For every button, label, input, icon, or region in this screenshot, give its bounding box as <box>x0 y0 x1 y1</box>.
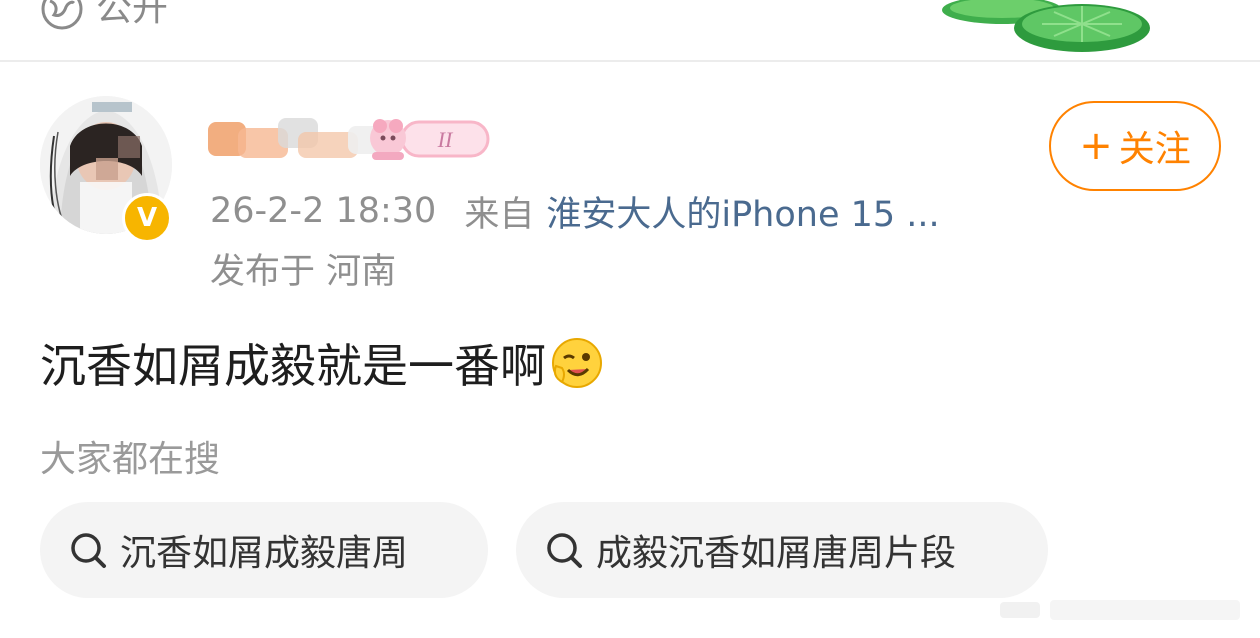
visibility-label: 公开 <box>96 0 169 29</box>
search-chip-1[interactable]: 沉香如屑成毅唐周 <box>40 502 488 598</box>
member-badge-icon: II <box>370 119 490 160</box>
search-chip-2[interactable]: 成毅沉香如屑唐周片段 <box>516 502 1048 598</box>
plus-icon: + <box>1079 123 1113 169</box>
wink-emoji-icon <box>552 338 602 388</box>
globe-icon <box>41 0 83 30</box>
visibility-row: 公开 <box>40 0 168 32</box>
search-icon <box>547 533 582 568</box>
source-device-link[interactable]: 淮安大人的iPhone 15 ... <box>546 186 939 237</box>
search-icon <box>71 533 106 568</box>
search-chip-label: 成毅沉香如屑唐周片段 <box>596 533 957 574</box>
search-heading: 大家都在搜 <box>40 439 221 480</box>
weibo-post-page: 公开 V II + 关注 26-2-2 18:30 来自 淮安大人的iPhone… <box>0 0 1260 638</box>
search-chip-label: 沉香如屑成毅唐周 <box>120 533 409 574</box>
lotus-decoration <box>942 0 1150 52</box>
follow-label: 关注 <box>1118 129 1191 170</box>
post-timestamp: 26-2-2 18:30 <box>210 191 437 231</box>
post-text: 沉香如屑成毅就是一番啊 <box>40 339 546 393</box>
follow-button[interactable]: + 关注 <box>1049 101 1221 191</box>
source-prefix: 来自 <box>464 194 535 235</box>
section-divider <box>0 60 1260 62</box>
verified-badge: V <box>122 193 172 243</box>
svg-text:II: II <box>437 127 454 152</box>
post-location: 发布于 河南 <box>210 251 397 292</box>
watermark <box>1000 600 1240 620</box>
post-meta: 26-2-2 18:30 来自 淮安大人的iPhone 15 ... <box>210 186 940 236</box>
post-content: 沉香如屑成毅就是一番啊 <box>40 330 604 396</box>
